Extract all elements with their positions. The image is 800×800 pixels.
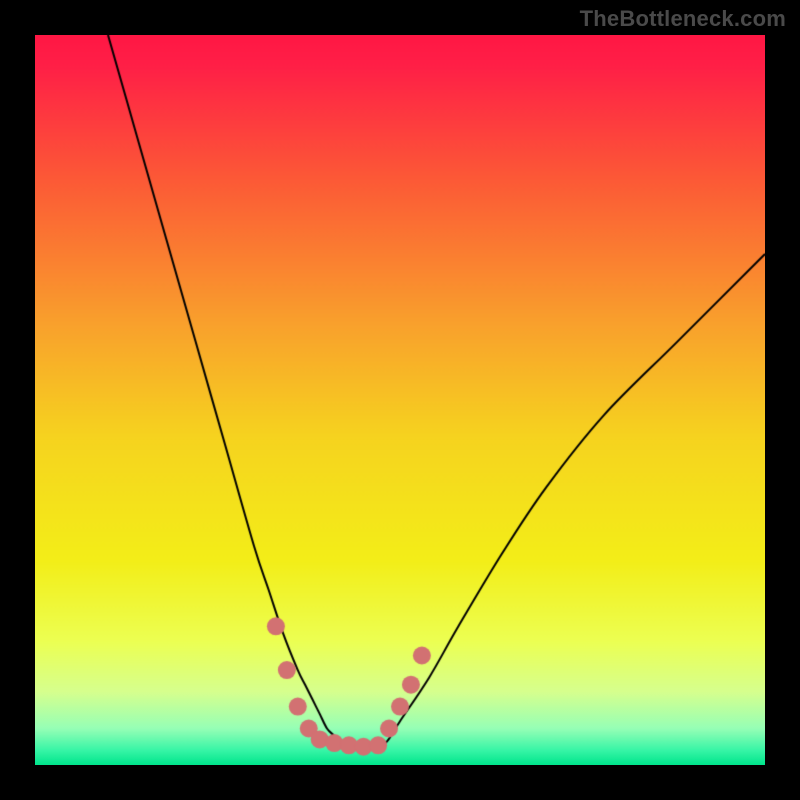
watermark-label: TheBottleneck.com — [580, 6, 786, 32]
chart-frame: TheBottleneck.com — [0, 0, 800, 800]
bottleneck-chart — [35, 35, 765, 765]
